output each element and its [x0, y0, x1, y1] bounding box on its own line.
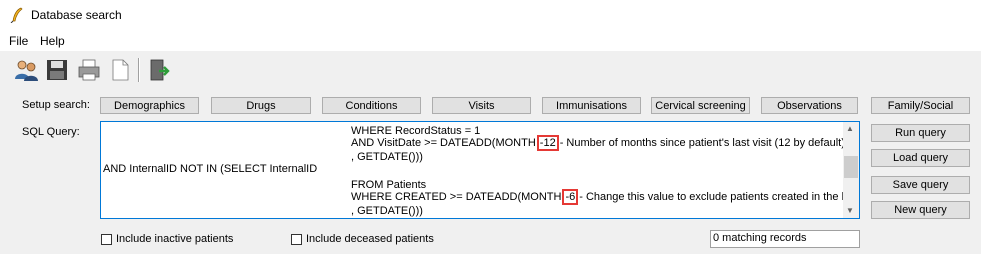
scroll-down-icon[interactable]: ▼ — [846, 206, 854, 215]
toolbar-separator — [138, 58, 140, 82]
sql-line: , GETDATE())) — [351, 205, 423, 217]
sql-line: , GETDATE())) — [351, 151, 423, 163]
cervical-screening-button[interactable]: Cervical screening — [651, 97, 750, 114]
title-bar: Database search — [0, 0, 981, 32]
sql-line: WHERE RecordStatus = 1 — [351, 125, 481, 137]
drugs-button[interactable]: Drugs — [211, 97, 311, 114]
quill-icon — [10, 7, 23, 23]
setup-search-label: Setup search: — [22, 99, 90, 111]
new-query-button[interactable]: New query — [871, 201, 970, 219]
sql-text: - Change this value to exclude patients … — [579, 191, 851, 203]
demographics-button[interactable]: Demographics — [100, 97, 199, 114]
include-deceased-checkbox[interactable] — [291, 233, 302, 245]
include-deceased-option[interactable]: Include deceased patients — [291, 233, 434, 245]
menu-bar: File Help — [0, 31, 981, 51]
scroll-up-icon[interactable]: ▲ — [846, 124, 854, 133]
menu-file[interactable]: File — [9, 34, 28, 48]
sql-line: AND InternalID NOT IN (SELECT InternalID — [103, 163, 318, 175]
sql-line: AND VisitDate >= DATEADD(MONTH -12- Numbe… — [351, 135, 848, 151]
sql-query-textarea[interactable]: WHERE RecordStatus = 1 AND VisitDate >= … — [100, 121, 860, 219]
include-inactive-label: Include inactive patients — [116, 233, 234, 245]
include-deceased-label: Include deceased patients — [306, 233, 434, 245]
save-query-button[interactable]: Save query — [871, 176, 970, 194]
sql-text: AND VisitDate >= DATEADD(MONTH — [351, 137, 536, 149]
new-document-icon[interactable] — [107, 57, 133, 83]
sql-text: WHERE CREATED >= DATEADD(MONTH — [351, 191, 562, 203]
conditions-button[interactable]: Conditions — [322, 97, 421, 114]
include-inactive-option[interactable]: Include inactive patients — [101, 233, 233, 245]
matching-records-status: 0 matching records — [710, 230, 860, 248]
sql-line: FROM Patients — [351, 179, 427, 191]
print-icon[interactable] — [76, 57, 102, 83]
toolbar — [0, 52, 981, 88]
save-icon[interactable] — [44, 57, 70, 83]
window-title: Database search — [31, 8, 122, 22]
vertical-scrollbar[interactable]: ▲ ▼ — [843, 122, 859, 218]
load-query-button[interactable]: Load query — [871, 149, 970, 167]
visits-button[interactable]: Visits — [432, 97, 531, 114]
include-inactive-checkbox[interactable] — [101, 233, 112, 245]
users-icon[interactable] — [13, 57, 39, 83]
months-since-visit-value: -12 — [536, 135, 559, 151]
scrollbar-thumb[interactable] — [844, 156, 858, 178]
sql-text: - Number of months since patient's last … — [559, 137, 848, 149]
observations-button[interactable]: Observations — [761, 97, 858, 114]
menu-help[interactable]: Help — [40, 34, 65, 48]
immunisations-button[interactable]: Immunisations — [542, 97, 641, 114]
months-since-created-value: -6 — [562, 189, 579, 205]
sql-query-label: SQL Query: — [22, 126, 80, 138]
run-query-button[interactable]: Run query — [871, 124, 970, 142]
exit-icon[interactable] — [146, 57, 172, 83]
sql-line: WHERE CREATED >= DATEADD(MONTH -6- Change… — [351, 189, 851, 205]
family-social-button[interactable]: Family/Social — [871, 97, 970, 114]
